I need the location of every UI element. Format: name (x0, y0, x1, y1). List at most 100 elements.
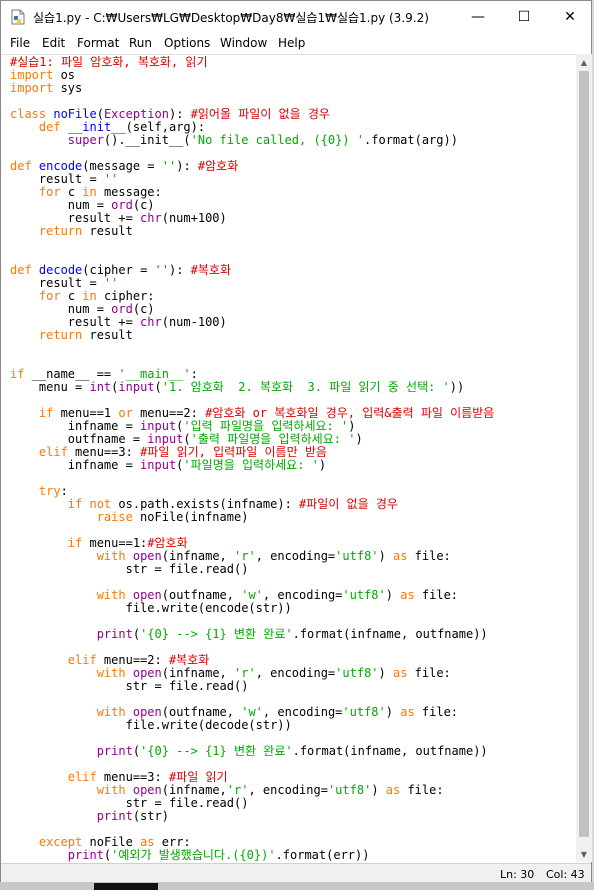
code-token: (outfname, (161, 705, 242, 719)
code-token: input (147, 432, 184, 446)
code-line[interactable]: import os (10, 69, 494, 82)
code-token: '' (103, 172, 119, 186)
code-line[interactable]: menu = int(input('1. 암호화 2. 복호화 3. 파일 읽기… (10, 381, 494, 394)
code-token: noFile (53, 107, 97, 121)
code-token: .format(infname, outfname)) (292, 744, 488, 758)
code-token: , encoding= (262, 588, 343, 602)
code-token: open (132, 666, 162, 680)
code-token: noFile(infname) (132, 510, 249, 524)
code-line[interactable]: file.write(decode(str)) (10, 719, 494, 732)
code-token: result += (10, 315, 141, 329)
vertical-scrollbar[interactable]: ▲ ▼ (576, 54, 592, 862)
code-token: in (82, 185, 97, 199)
code-token: #파일이 없을 경우 (299, 497, 398, 511)
code-token: .format(infname, outfname)) (292, 627, 488, 641)
code-token: open (132, 783, 162, 797)
code-token: menu==3: (96, 770, 169, 784)
code-text[interactable]: #실습1: 파일 암호화, 복호화, 읽기 import os import sys… (10, 56, 494, 862)
code-token: #복호화 (190, 263, 232, 277)
code-token: 'No file called, ({0}) ' (190, 133, 365, 147)
code-token: class (10, 107, 47, 121)
code-editor[interactable]: #실습1: 파일 암호화, 복호화, 읽기 import os import sys… (1, 54, 576, 863)
code-token: result (82, 328, 133, 342)
scroll-thumb[interactable] (579, 71, 589, 837)
code-line[interactable]: infname = input('파일명을 입력하세요: ') (10, 459, 494, 472)
scroll-down-icon[interactable]: ▼ (576, 846, 592, 862)
code-line[interactable] (10, 342, 494, 355)
code-token: if (67, 536, 83, 550)
code-token: menu==2: (96, 653, 169, 667)
code-token: input (118, 380, 155, 394)
code-token: ) (371, 783, 386, 797)
code-token: , encoding= (255, 666, 336, 680)
code-token: '출력 파일명을 입력하세요: ' (190, 432, 356, 446)
code-token: menu = (10, 380, 90, 394)
scroll-up-icon[interactable]: ▲ (576, 54, 592, 70)
code-line[interactable]: print('{0} --> {1} 변환 완료'.format(infname… (10, 745, 494, 758)
code-token: __name__ == (24, 367, 119, 381)
code-line[interactable]: print('예외가 발생했습니다.({0})'.format(err)) (10, 849, 494, 862)
code-line[interactable]: print(str) (10, 810, 494, 823)
code-line[interactable]: return result (10, 225, 494, 238)
code-token: '' (154, 263, 169, 277)
code-token: '{0} --> {1} 변환 완료' (140, 744, 293, 758)
minimize-icon: — (471, 8, 485, 25)
title-bar[interactable]: 실습1.py - C:₩Users₩LG₩Desktop₩Day8₩실습1₩실습… (1, 1, 591, 32)
maximize-button[interactable]: ☐ (501, 1, 547, 32)
background-thumbnail (94, 883, 158, 890)
code-token: ): (176, 159, 198, 173)
code-token: as (392, 549, 408, 563)
code-token: str = file.read() (10, 562, 249, 576)
code-token: c (60, 185, 83, 199)
code-line[interactable]: raise noFile(infname) (10, 511, 494, 524)
code-line[interactable]: return result (10, 329, 494, 342)
menu-run[interactable]: Run (129, 36, 152, 50)
code-line[interactable]: print('{0} --> {1} 변환 완료'.format(infname… (10, 628, 494, 641)
code-token: as (140, 835, 155, 849)
code-token: menu==3: (67, 445, 141, 459)
menu-help[interactable]: Help (278, 36, 305, 50)
menu-edit[interactable]: Edit (42, 36, 65, 50)
menu-file[interactable]: File (10, 36, 30, 50)
menu-format[interactable]: Format (77, 36, 119, 50)
code-token: def (10, 263, 32, 277)
code-token: result = (10, 276, 104, 290)
menu-window[interactable]: Window (220, 36, 267, 50)
code-token: .format(arg)) (364, 133, 458, 147)
code-token: print (96, 809, 133, 823)
code-line[interactable]: super().__init__('No file called, ({0}) … (10, 134, 494, 147)
code-token: , encoding= (262, 705, 343, 719)
code-token: 'utf8' (342, 588, 386, 602)
close-button[interactable]: ✕ (547, 1, 593, 32)
code-token: open (132, 588, 162, 602)
code-line[interactable] (10, 472, 494, 485)
code-token: open (132, 549, 162, 563)
menu-options[interactable]: Options (164, 36, 210, 50)
code-line[interactable]: file.write(encode(str)) (10, 602, 494, 615)
code-line[interactable]: str = file.read() (10, 680, 494, 693)
code-line[interactable]: import sys (10, 82, 494, 95)
code-token: menu==2: (132, 406, 206, 420)
code-token: super (67, 133, 104, 147)
code-token: 'utf8' (335, 549, 379, 563)
minimize-button[interactable]: — (455, 1, 501, 32)
code-line[interactable]: #실습1: 파일 암호화, 복호화, 읽기 (10, 56, 494, 69)
code-token: in (82, 289, 97, 303)
code-token: #파일 읽기 (168, 770, 228, 784)
code-token: num = (10, 198, 112, 212)
code-token: cipher: (96, 289, 155, 303)
code-token: result = (10, 172, 104, 186)
code-line[interactable] (10, 238, 494, 251)
code-line[interactable]: str = file.read() (10, 563, 494, 576)
